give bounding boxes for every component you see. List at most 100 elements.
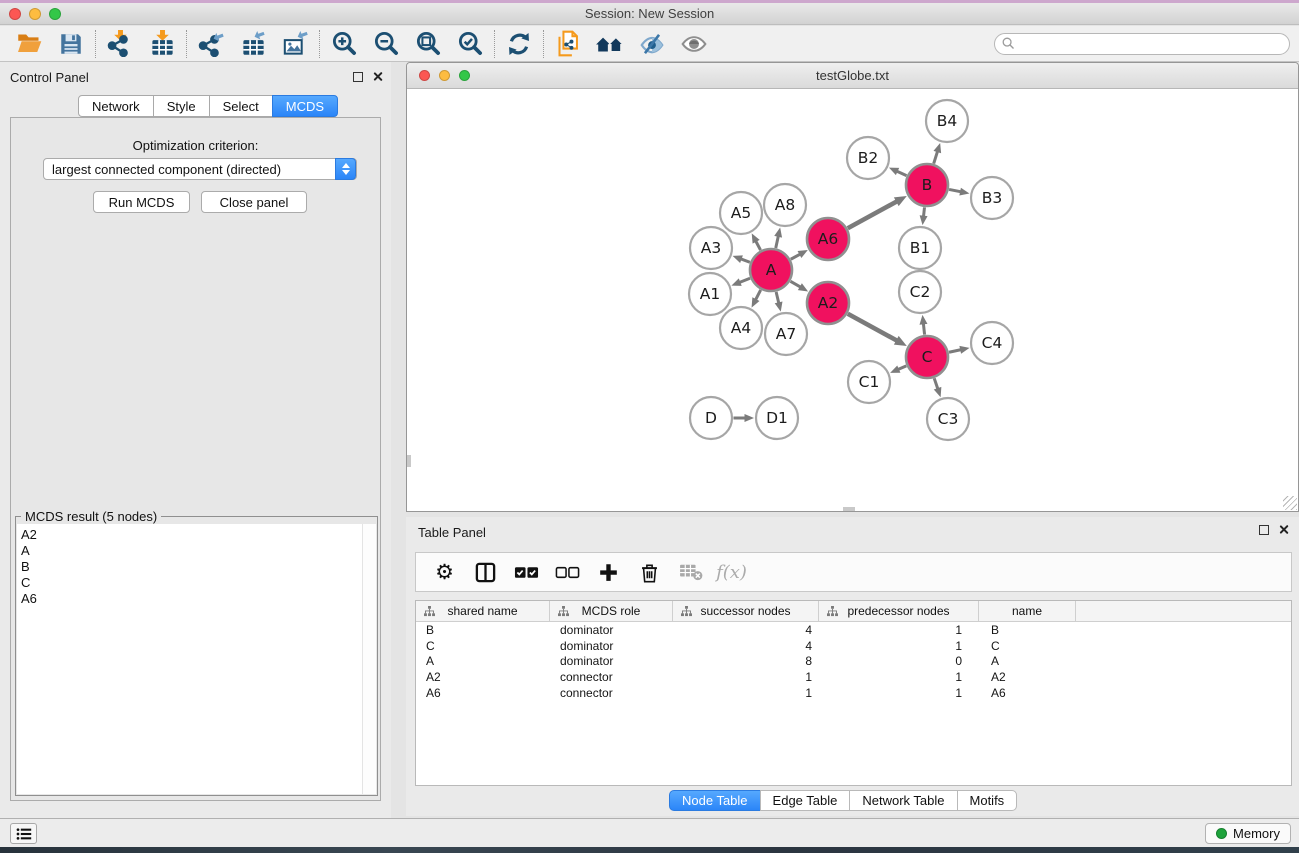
cell-MCDS-role[interactable]: connector bbox=[550, 670, 673, 684]
cell-MCDS-role[interactable]: connector bbox=[550, 686, 673, 700]
cell-predecessor-nodes[interactable]: 1 bbox=[819, 670, 979, 684]
network-canvas[interactable]: AA1A2A3A4A5A6A7A8BB1B2B3B4CC1C2C3C4DD1 bbox=[407, 89, 1298, 511]
tab-style[interactable]: Style bbox=[153, 95, 210, 117]
split-view-icon[interactable] bbox=[467, 555, 504, 589]
eye-icon[interactable] bbox=[673, 28, 715, 60]
optimization-select[interactable]: largest connected component (directed) bbox=[43, 158, 357, 180]
zoom-out-icon[interactable] bbox=[365, 28, 407, 60]
add-column-icon[interactable] bbox=[590, 555, 627, 589]
mcds-result-item[interactable]: A2 bbox=[21, 527, 362, 543]
close-window-button[interactable] bbox=[9, 8, 21, 20]
edge-A2-C[interactable] bbox=[848, 314, 897, 341]
table-close-panel-icon[interactable] bbox=[1278, 524, 1289, 535]
zoom-selected-icon[interactable] bbox=[449, 28, 491, 60]
edge-C-C3[interactable] bbox=[934, 378, 938, 389]
tab-network[interactable]: Network bbox=[78, 95, 154, 117]
select-all-columns-icon[interactable] bbox=[508, 555, 545, 589]
export-image-icon[interactable] bbox=[274, 28, 316, 60]
tab-network-table[interactable]: Network Table bbox=[849, 790, 957, 811]
cell-shared-name[interactable]: C bbox=[416, 639, 550, 653]
edge-B-B4[interactable] bbox=[934, 151, 938, 163]
edge-A6-B[interactable] bbox=[848, 201, 897, 228]
tab-edge-table[interactable]: Edge Table bbox=[760, 790, 851, 811]
table-row[interactable]: Cdominator41C bbox=[416, 638, 1291, 654]
cell-successor-nodes[interactable]: 1 bbox=[673, 686, 819, 700]
save-icon[interactable] bbox=[50, 28, 92, 60]
result-scrollbar[interactable] bbox=[362, 524, 376, 794]
edge-A-A7[interactable] bbox=[776, 292, 779, 303]
cell-successor-nodes[interactable]: 1 bbox=[673, 670, 819, 684]
cell-name[interactable]: C bbox=[979, 639, 1076, 653]
column-header-shared-name[interactable]: shared name bbox=[416, 601, 550, 621]
mcds-result-list[interactable]: A2ABCA6 bbox=[17, 524, 362, 794]
tab-select[interactable]: Select bbox=[209, 95, 273, 117]
edge-C-C1[interactable] bbox=[898, 366, 906, 370]
network-minimize-button[interactable] bbox=[439, 70, 450, 81]
edge-A-A4[interactable] bbox=[755, 290, 760, 300]
tab-motifs[interactable]: Motifs bbox=[957, 790, 1018, 811]
delete-column-icon[interactable] bbox=[631, 555, 668, 589]
mcds-result-item[interactable]: A6 bbox=[21, 591, 362, 607]
cell-predecessor-nodes[interactable]: 1 bbox=[819, 686, 979, 700]
vertical-scroll-hint[interactable] bbox=[407, 455, 411, 467]
horizontal-scroll-hint[interactable] bbox=[843, 507, 855, 511]
cell-shared-name[interactable]: A bbox=[416, 654, 550, 668]
search-input[interactable] bbox=[994, 33, 1290, 55]
open-folder-icon[interactable] bbox=[8, 28, 50, 60]
float-panel-icon[interactable] bbox=[353, 72, 363, 82]
tab-node-table[interactable]: Node Table bbox=[669, 790, 761, 811]
zoom-window-button[interactable] bbox=[49, 8, 61, 20]
task-history-button[interactable] bbox=[10, 823, 37, 844]
edge-C-C4[interactable] bbox=[949, 350, 961, 353]
tab-mcds[interactable]: MCDS bbox=[272, 95, 338, 117]
cell-predecessor-nodes[interactable]: 1 bbox=[819, 623, 979, 637]
edge-A-A1[interactable] bbox=[739, 278, 750, 282]
network-window-titlebar[interactable]: testGlobe.txt bbox=[407, 63, 1298, 89]
cell-shared-name[interactable]: A6 bbox=[416, 686, 550, 700]
edge-A-A5[interactable] bbox=[756, 241, 761, 250]
table-row[interactable]: Bdominator41B bbox=[416, 622, 1291, 638]
zoom-in-icon[interactable] bbox=[323, 28, 365, 60]
cell-name[interactable]: A bbox=[979, 654, 1076, 668]
column-header-MCDS-role[interactable]: MCDS role bbox=[550, 601, 673, 621]
panel-splitter[interactable] bbox=[391, 62, 406, 818]
table-row[interactable]: A6connector11A6 bbox=[416, 685, 1291, 701]
cell-successor-nodes[interactable]: 4 bbox=[673, 639, 819, 653]
close-panel-button[interactable]: Close panel bbox=[201, 191, 307, 213]
network-close-button[interactable] bbox=[419, 70, 430, 81]
cell-successor-nodes[interactable]: 8 bbox=[673, 654, 819, 668]
edge-A-A3[interactable] bbox=[741, 259, 750, 262]
edge-B-B1[interactable] bbox=[923, 207, 924, 216]
mcds-result-item[interactable]: C bbox=[21, 575, 362, 591]
refresh-icon[interactable] bbox=[498, 28, 540, 60]
table-float-panel-icon[interactable] bbox=[1259, 525, 1269, 535]
cell-name[interactable]: A2 bbox=[979, 670, 1076, 684]
edge-B-B2[interactable] bbox=[897, 171, 907, 176]
run-mcds-button[interactable]: Run MCDS bbox=[93, 191, 190, 213]
column-header-predecessor-nodes[interactable]: predecessor nodes bbox=[819, 601, 979, 621]
zoom-fit-icon[interactable] bbox=[407, 28, 449, 60]
import-network-icon[interactable] bbox=[99, 28, 141, 60]
cell-MCDS-role[interactable]: dominator bbox=[550, 639, 673, 653]
import-table-icon[interactable] bbox=[141, 28, 183, 60]
cell-name[interactable]: B bbox=[979, 623, 1076, 637]
duplicate-network-icon[interactable] bbox=[547, 28, 589, 60]
network-zoom-button[interactable] bbox=[459, 70, 470, 81]
cell-shared-name[interactable]: B bbox=[416, 623, 550, 637]
edge-A-A6[interactable] bbox=[791, 254, 801, 259]
mcds-result-item[interactable]: B bbox=[21, 559, 362, 575]
edge-B-B3[interactable] bbox=[949, 189, 961, 191]
column-header-successor-nodes[interactable]: successor nodes bbox=[673, 601, 819, 621]
column-header-name[interactable]: name bbox=[979, 601, 1076, 621]
cell-MCDS-role[interactable]: dominator bbox=[550, 654, 673, 668]
deselect-all-columns-icon[interactable] bbox=[549, 555, 586, 589]
minimize-window-button[interactable] bbox=[29, 8, 41, 20]
cell-shared-name[interactable]: A2 bbox=[416, 670, 550, 684]
cell-MCDS-role[interactable]: dominator bbox=[550, 623, 673, 637]
resize-grip-icon[interactable] bbox=[1283, 496, 1297, 510]
cell-predecessor-nodes[interactable]: 0 bbox=[819, 654, 979, 668]
table-row[interactable]: Adominator80A bbox=[416, 653, 1291, 669]
export-table-icon[interactable] bbox=[232, 28, 274, 60]
cell-name[interactable]: A6 bbox=[979, 686, 1076, 700]
settings-gear-icon[interactable]: ⚙ bbox=[426, 555, 463, 589]
